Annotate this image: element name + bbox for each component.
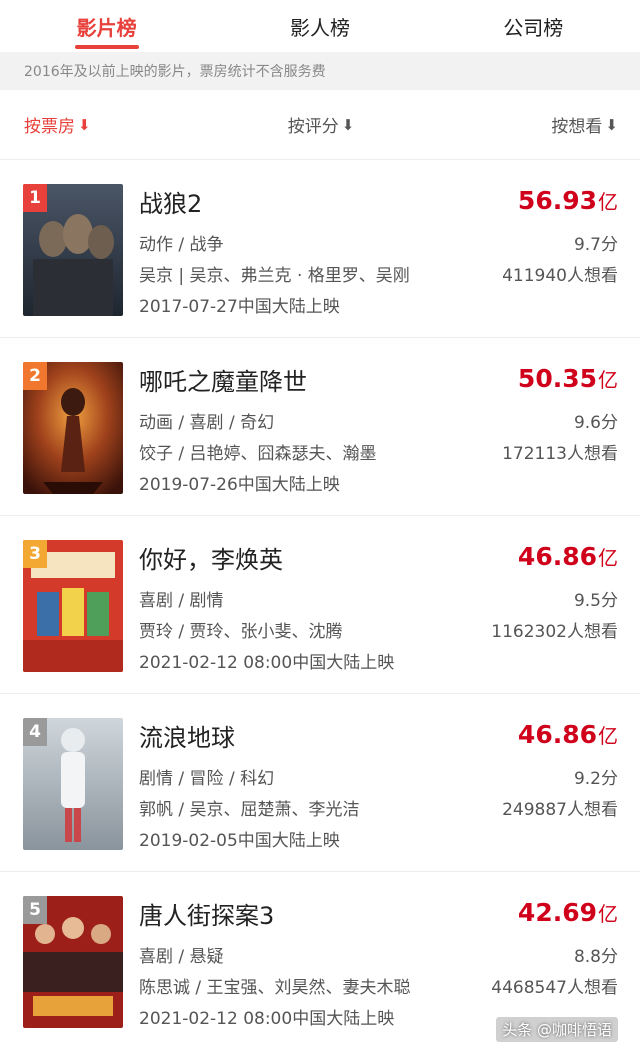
rank-badge: 2 <box>23 362 47 390</box>
movie-item[interactable]: 4 流浪地球 剧情 / 冒险 / 科幻 郭帆 / 吴京、屈楚萧、李光洁 2019… <box>0 694 640 872</box>
tab-people-label: 影人榜 <box>289 15 350 40</box>
tab-companies[interactable]: 公司榜 <box>427 0 640 52</box>
box-office-value: 42.69 <box>517 898 597 927</box>
want-count: 172113人想看 <box>502 444 618 464</box>
movie-poster[interactable]: 2 <box>23 362 123 494</box>
movie-genre: 剧情 / 冒险 / 科幻 <box>139 769 275 789</box>
tab-companies-label: 公司榜 <box>503 15 564 40</box>
box-office-value: 56.93 <box>517 186 597 215</box>
movie-title[interactable]: 唐人街探案3 <box>139 896 274 931</box>
tab-people[interactable]: 影人榜 <box>213 0 426 52</box>
movie-cast: 饺子 / 吕艳婷、囧森瑟夫、瀚墨 <box>139 444 377 464</box>
sort-by-score-label: 按评分 <box>287 117 339 137</box>
movie-title[interactable]: 哪吒之魔童降世 <box>139 362 307 397</box>
movie-poster[interactable]: 5 <box>23 896 123 1028</box>
movie-genre: 喜剧 / 剧情 <box>139 591 224 611</box>
box-office-unit: 亿 <box>598 546 618 570</box>
sort-by-box-office[interactable]: 按票房 ⬇ <box>24 112 91 138</box>
want-count: 249887人想看 <box>502 800 618 820</box>
box-office: 56.93亿 <box>518 186 618 215</box>
movie-score: 9.7分 <box>573 235 618 255</box>
rank-badge: 3 <box>23 540 47 568</box>
box-office-unit: 亿 <box>598 368 618 392</box>
movie-title[interactable]: 战狼2 <box>139 184 202 219</box>
want-count: 4468547人想看 <box>491 978 618 998</box>
tab-movies-label: 影片榜 <box>76 15 137 40</box>
box-office-unit: 亿 <box>598 190 618 214</box>
rank-badge: 4 <box>23 718 47 746</box>
movie-genre: 动作 / 战争 <box>139 235 224 255</box>
box-office-value: 50.35 <box>517 364 597 393</box>
box-office: 46.86亿 <box>518 720 618 749</box>
movie-cast: 陈思诚 / 王宝强、刘昊然、妻夫木聪 <box>139 978 411 998</box>
box-office: 46.86亿 <box>518 542 618 571</box>
box-office: 42.69亿 <box>518 898 618 927</box>
movie-score: 9.2分 <box>573 769 618 789</box>
movie-genre: 喜剧 / 悬疑 <box>139 947 224 967</box>
rank-badge: 5 <box>23 896 47 924</box>
sort-by-want[interactable]: 按想看 ⬇ <box>551 112 618 138</box>
movie-item[interactable]: 2 哪吒之魔童降世 动画 / 喜剧 / 奇幻 饺子 / 吕艳婷、囧森瑟夫、瀚墨 … <box>0 338 640 516</box>
sort-bar: 按票房 ⬇ 按评分 ⬇ 按想看 ⬇ <box>0 90 640 160</box>
active-tab-indicator <box>74 45 139 49</box>
box-office: 50.35亿 <box>518 364 618 393</box>
movie-release-date: 2017-07-27中国大陆上映 <box>139 297 340 317</box>
movie-release-date: 2021-02-12 08:00中国大陆上映 <box>139 653 395 673</box>
box-office-unit: 亿 <box>598 724 618 748</box>
movie-release-date: 2019-07-26中国大陆上映 <box>139 475 340 495</box>
movie-title[interactable]: 流浪地球 <box>139 718 235 753</box>
movie-score: 9.5分 <box>573 591 618 611</box>
tab-movies[interactable]: 影片榜 <box>0 0 213 52</box>
notice-text: 2016年及以前上映的影片，票房统计不含服务费 <box>24 64 326 80</box>
box-office-value: 46.86 <box>517 542 597 571</box>
arrow-down-icon: ⬇ <box>605 115 618 134</box>
sort-by-score[interactable]: 按评分 ⬇ <box>287 112 355 138</box>
sort-by-want-label: 按想看 <box>551 117 603 137</box>
movie-title[interactable]: 你好，李焕英 <box>139 540 283 575</box>
movie-item[interactable]: 1 战狼2 动作 / 战争 吴京 | 吴京、弗兰克 · 格里罗、吴刚 2017-… <box>0 160 640 338</box>
movie-item[interactable]: 3 你好，李焕英 喜剧 / 剧情 贾玲 / 贾玲、张小斐、沈腾 2021-02-… <box>0 516 640 694</box>
movie-release-date: 2021-02-12 08:00中国大陆上映 <box>139 1009 395 1029</box>
movie-score: 9.6分 <box>573 413 618 433</box>
arrow-down-icon: ⬇ <box>78 115 91 134</box>
movie-poster[interactable]: 3 <box>23 540 123 672</box>
ranking-tabs: 影片榜 影人榜 公司榜 <box>0 0 640 52</box>
want-count: 411940人想看 <box>502 266 618 286</box>
movie-poster[interactable]: 4 <box>23 718 123 850</box>
box-office-unit: 亿 <box>598 902 618 926</box>
movie-score: 8.8分 <box>573 947 618 967</box>
box-office-value: 46.86 <box>517 720 597 749</box>
box-office-notice: 2016年及以前上映的影片，票房统计不含服务费 <box>0 52 640 90</box>
rank-badge: 1 <box>23 184 47 212</box>
movie-cast: 吴京 | 吴京、弗兰克 · 格里罗、吴刚 <box>139 266 410 286</box>
movie-cast: 郭帆 / 吴京、屈楚萧、李光洁 <box>139 800 360 820</box>
sort-by-box-office-label: 按票房 <box>24 117 75 137</box>
movie-release-date: 2019-02-05中国大陆上映 <box>139 831 340 851</box>
movie-poster[interactable]: 1 <box>23 184 123 316</box>
movie-genre: 动画 / 喜剧 / 奇幻 <box>139 413 275 433</box>
want-count: 1162302人想看 <box>491 622 618 642</box>
watermark: 头条 @咖啡悟语 <box>496 1017 618 1042</box>
arrow-down-icon: ⬇ <box>341 115 355 134</box>
movie-cast: 贾玲 / 贾玲、张小斐、沈腾 <box>139 622 343 642</box>
